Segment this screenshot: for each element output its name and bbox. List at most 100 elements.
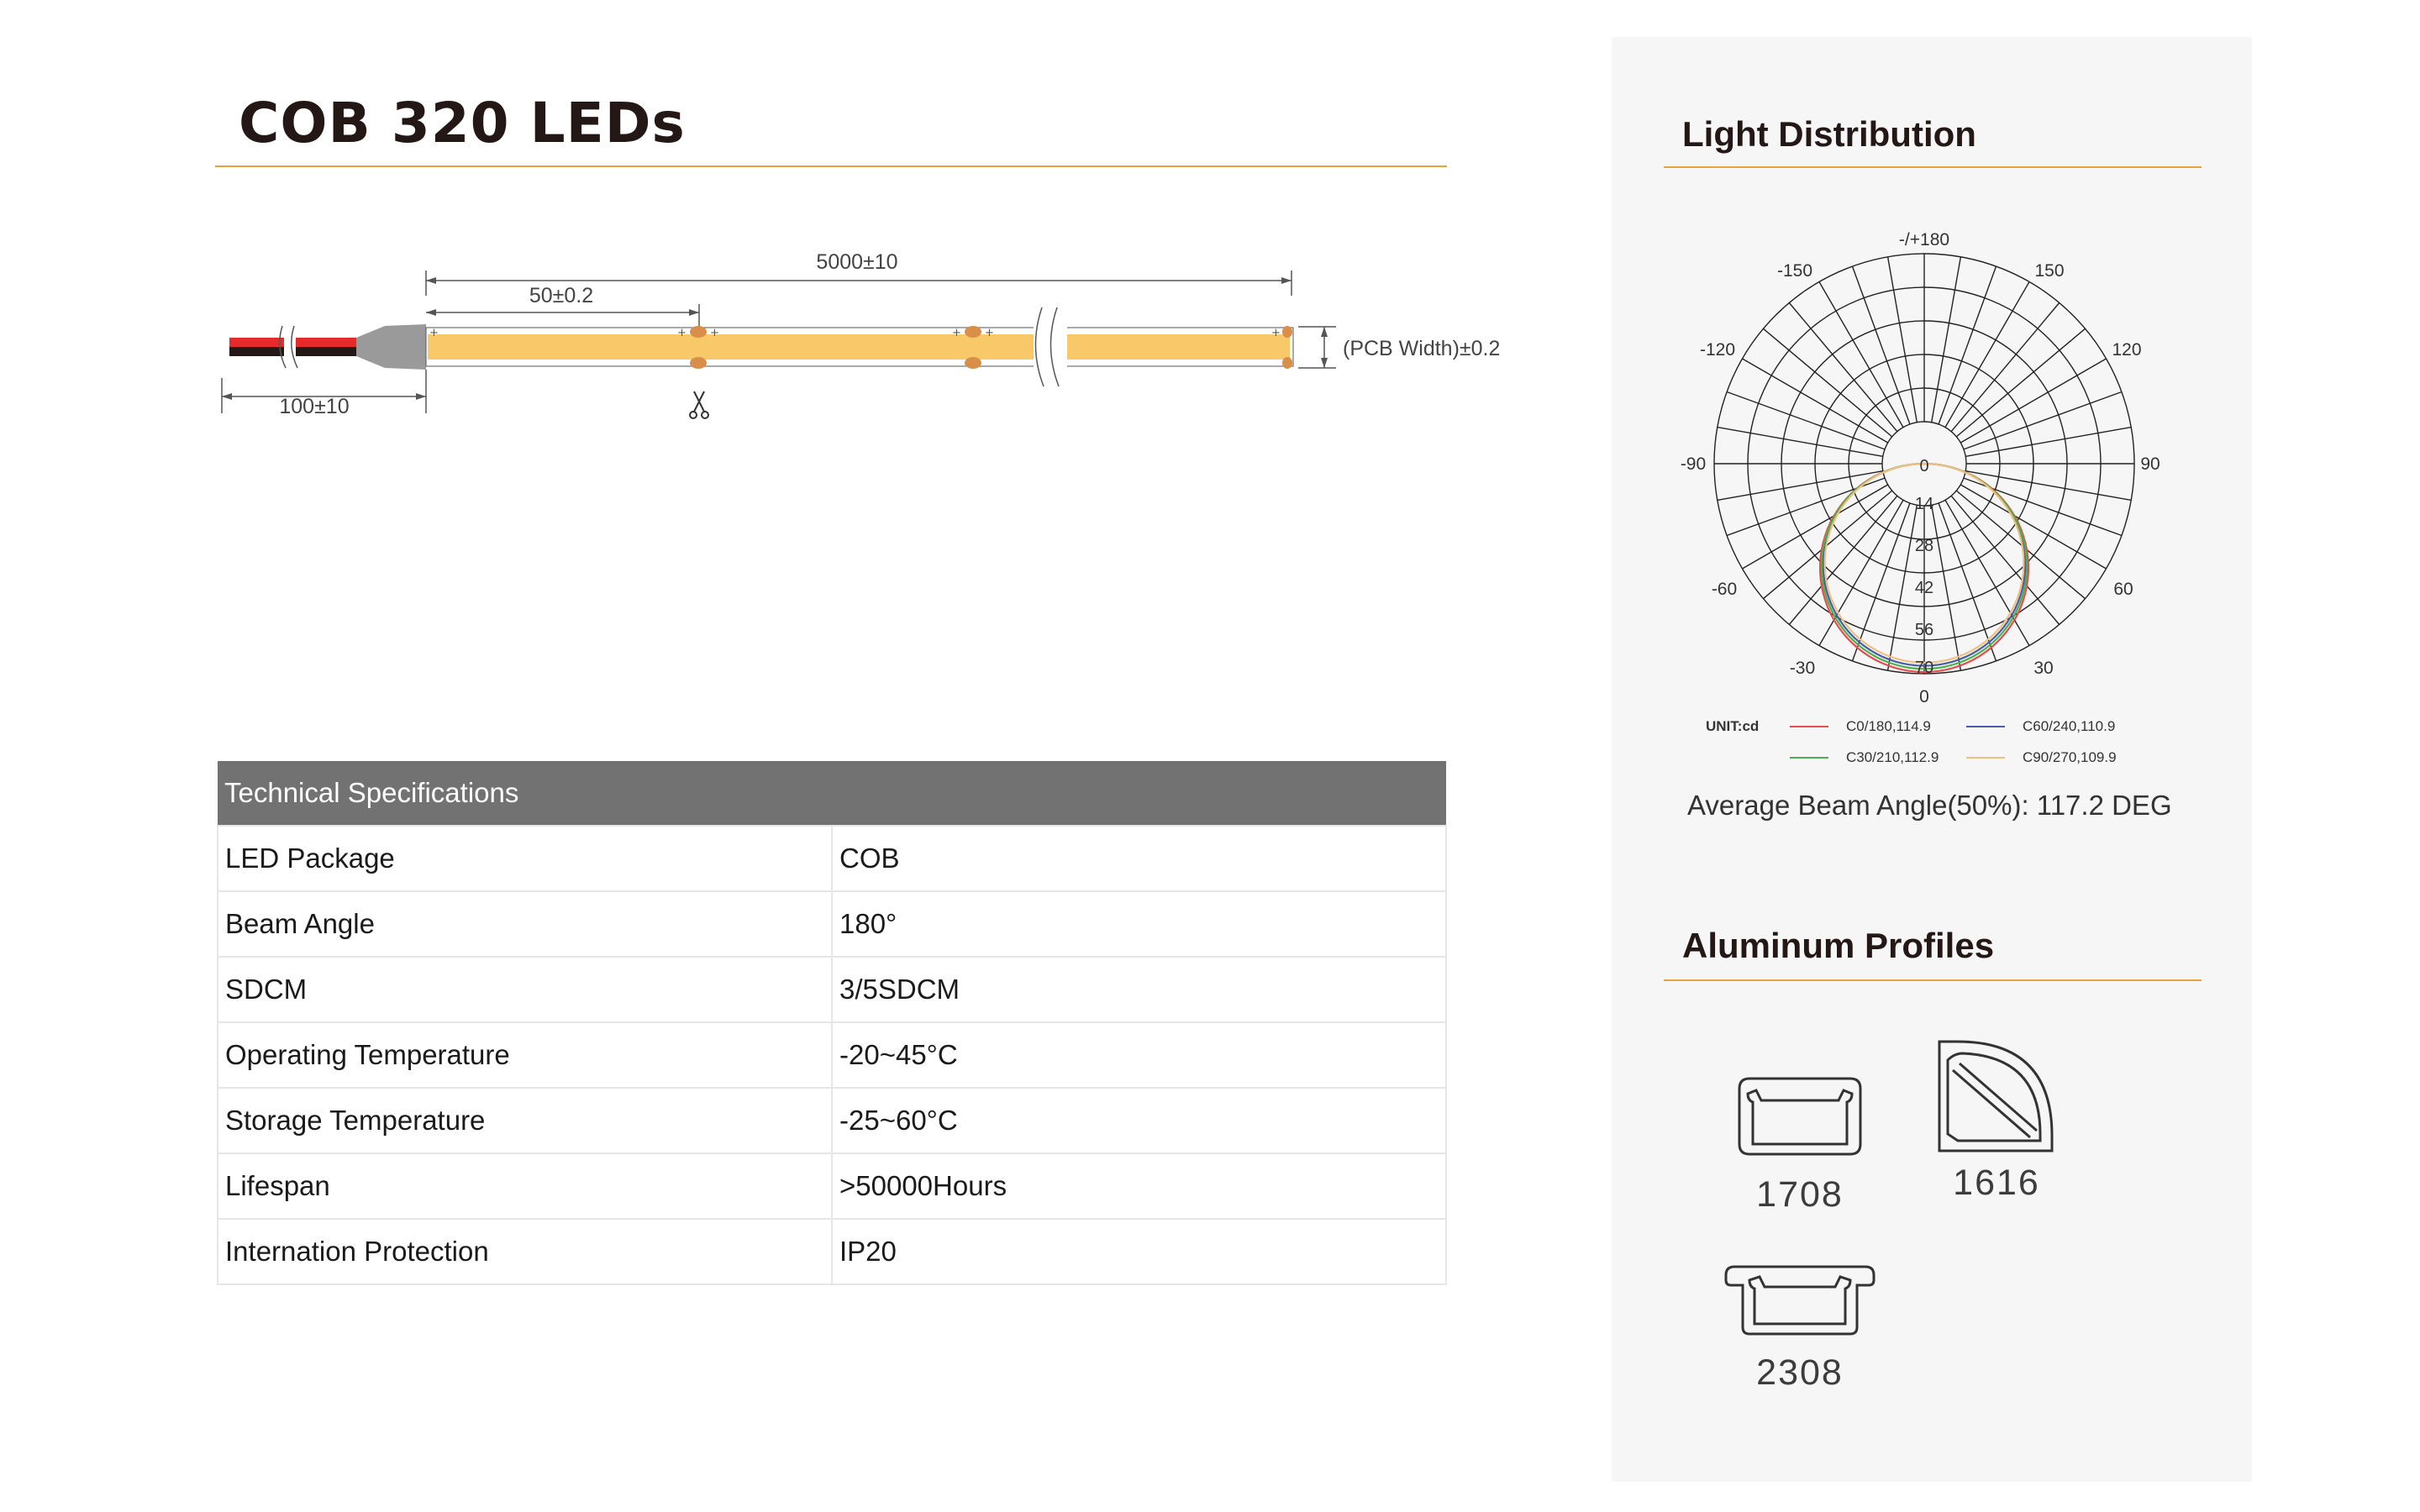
polar-spoke bbox=[1763, 490, 1893, 600]
radial-label: 70 bbox=[1915, 659, 1933, 677]
angle-label: -30 bbox=[1790, 659, 1815, 678]
profile-item-1616: 1616 bbox=[1929, 1032, 2064, 1204]
spec-value: COB bbox=[831, 825, 1447, 892]
table-row: Lifespan >50000Hours bbox=[217, 1152, 1447, 1220]
polar-spoke bbox=[1965, 470, 2132, 501]
polar-spoke bbox=[1763, 328, 1893, 438]
polar-spoke bbox=[1726, 391, 1886, 450]
angle-label: 60 bbox=[2113, 580, 2133, 599]
polar-spoke bbox=[1851, 502, 1911, 662]
spec-label: Beam Angle bbox=[217, 890, 833, 958]
spec-table-header: Technical Specifications bbox=[218, 761, 1446, 826]
legend-label: C0/180,114.9 bbox=[1846, 718, 1931, 734]
spec-value: >50000Hours bbox=[831, 1152, 1447, 1220]
lead-length-label: 100±10 bbox=[279, 395, 349, 418]
spec-label: Operating Temperature bbox=[217, 1021, 833, 1089]
polar-spoke bbox=[1955, 328, 2086, 438]
polar-spoke bbox=[1717, 426, 1883, 458]
strip-dimension-drawing: 5000±10 50±0.2 100±10 (PCB Width)±0.2 + … bbox=[221, 250, 1500, 419]
spec-value: -25~60°C bbox=[831, 1087, 1447, 1154]
polar-distribution-chart: -/+180 150 120 90 60 30 0 -30 -60 -90 -1… bbox=[1681, 230, 2160, 765]
polar-spoke bbox=[1950, 302, 2060, 433]
connector bbox=[356, 324, 426, 370]
legend-label: C90/270,109.9 bbox=[2023, 749, 2117, 765]
polar-spoke bbox=[1886, 505, 1918, 671]
table-row: Beam Angle 180° bbox=[217, 890, 1447, 958]
table-row: Storage Temperature -25~60°C bbox=[217, 1087, 1447, 1154]
spec-value: IP20 bbox=[831, 1218, 1447, 1285]
legend-label: C60/240,110.9 bbox=[2023, 718, 2115, 734]
corner-profile-icon bbox=[1938, 1040, 2054, 1152]
table-row: Internation Protection IP20 bbox=[217, 1218, 1447, 1285]
polar-spoke bbox=[1788, 495, 1898, 625]
angle-label: -60 bbox=[1712, 580, 1737, 599]
aluminum-profiles-title: Aluminum Profiles bbox=[1682, 926, 1995, 965]
scissors-icon bbox=[689, 391, 709, 419]
pad-plus-sign: + bbox=[1271, 327, 1281, 339]
chart-legend: UNIT:cd C0/180,114.9 C60/240,110.9 C30/2… bbox=[1706, 718, 2117, 765]
angle-label: 150 bbox=[2034, 261, 2064, 281]
angle-label: -150 bbox=[1777, 261, 1812, 281]
pad-plus-sign: + bbox=[677, 327, 687, 339]
pad-plus-sign: + bbox=[710, 327, 719, 339]
radial-label: 14 bbox=[1915, 495, 1933, 513]
light-distribution-title: Light Distribution bbox=[1682, 114, 1976, 154]
beam-angle-text: Average Beam Angle(50%): 117.2 DEG bbox=[1687, 790, 2172, 821]
angle-label: 90 bbox=[2140, 454, 2160, 474]
radial-label: 0 bbox=[1919, 457, 1928, 475]
spec-label: Internation Protection bbox=[217, 1218, 833, 1285]
table-row: SDCM 3/5SDCM bbox=[217, 956, 1447, 1023]
channel-profile-icon bbox=[1738, 1077, 1862, 1156]
polar-spoke bbox=[1717, 470, 1883, 501]
pcb-width-label: (PCB Width)±0.2 bbox=[1343, 337, 1500, 360]
spec-value: 3/5SDCM bbox=[831, 956, 1447, 1023]
angle-label: -90 bbox=[1681, 454, 1706, 474]
pad-plus-sign: + bbox=[985, 327, 994, 339]
polar-spoke bbox=[1950, 495, 2060, 625]
radial-label: 56 bbox=[1915, 621, 1933, 639]
angle-label: 120 bbox=[2112, 340, 2141, 360]
table-row: Operating Temperature -20~45°C bbox=[217, 1021, 1447, 1089]
angle-label: 30 bbox=[2033, 659, 2053, 678]
spec-table: Technical Specifications LED Package COB… bbox=[217, 761, 1447, 1285]
polar-spoke bbox=[1851, 265, 1911, 425]
table-row: LED Package COB bbox=[217, 825, 1447, 892]
polar-spoke bbox=[1963, 391, 2123, 450]
polar-spoke bbox=[1965, 426, 2132, 458]
spec-label: SDCM bbox=[217, 956, 833, 1023]
spec-label: Lifespan bbox=[217, 1152, 833, 1220]
title-underline bbox=[215, 165, 1447, 167]
page-title: COB 320 LEDs bbox=[239, 91, 686, 155]
polar-spoke bbox=[1930, 505, 1962, 671]
spec-value: 180° bbox=[831, 890, 1447, 958]
pad-plus-sign: + bbox=[952, 327, 961, 339]
polar-spoke bbox=[1886, 256, 1918, 423]
spec-label: Storage Temperature bbox=[217, 1087, 833, 1154]
angle-label: 0 bbox=[1919, 687, 1929, 706]
polar-spoke bbox=[1955, 490, 2086, 600]
aluminum-profiles-underline bbox=[1664, 979, 2202, 981]
angle-label: -120 bbox=[1700, 340, 1735, 360]
pad-plus-sign: + bbox=[429, 327, 439, 339]
polar-spoke bbox=[1788, 302, 1898, 433]
total-length-label: 5000±10 bbox=[816, 250, 897, 274]
spec-label: LED Package bbox=[217, 825, 833, 892]
profile-code: 1708 bbox=[1756, 1174, 1844, 1215]
polar-spoke bbox=[1930, 256, 1962, 423]
segment-length-label: 50±0.2 bbox=[529, 284, 593, 307]
spec-value: -20~45°C bbox=[831, 1021, 1447, 1089]
profile-item-1708: 1708 bbox=[1728, 1067, 1872, 1215]
profile-item-2308: 2308 bbox=[1719, 1260, 1881, 1394]
legend-label: C30/210,112.9 bbox=[1846, 749, 1939, 765]
radial-label: 28 bbox=[1915, 537, 1933, 555]
polar-spoke bbox=[1938, 502, 1997, 662]
unit-label: UNIT:cd bbox=[1706, 718, 1759, 734]
angle-label: -/+180 bbox=[1899, 230, 1949, 249]
lead-wires bbox=[229, 325, 356, 369]
light-distribution-underline bbox=[1664, 166, 2202, 168]
polar-spoke bbox=[1938, 265, 1997, 425]
flange-profile-icon bbox=[1724, 1265, 1876, 1336]
radial-label: 42 bbox=[1915, 579, 1933, 597]
profile-code: 2308 bbox=[1756, 1352, 1844, 1393]
profile-code: 1616 bbox=[1953, 1163, 2040, 1203]
